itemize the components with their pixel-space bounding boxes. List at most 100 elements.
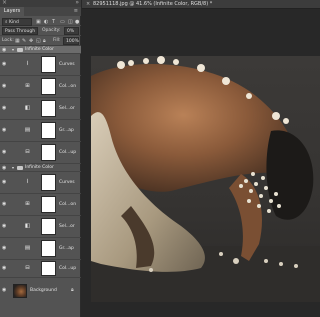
- visibility-eye-icon[interactable]: ◉: [2, 149, 6, 155]
- kind-filter-select[interactable]: ⌕ Kind: [2, 18, 32, 26]
- layer-mask-thumbnail[interactable]: [41, 78, 56, 95]
- layer-color-lookup-2[interactable]: ◉ ⊞ Col...on: [0, 194, 81, 216]
- lock-artboard-icon[interactable]: ◱: [36, 37, 41, 45]
- visibility-eye-icon[interactable]: ◉: [2, 46, 6, 54]
- filter-adjustment-icon[interactable]: ◐: [44, 18, 48, 26]
- visibility-eye-icon[interactable]: ◉: [2, 201, 6, 207]
- layer-mask-thumbnail[interactable]: [41, 56, 56, 73]
- opacity-label: Opacity:: [42, 28, 61, 33]
- layer-color-balance-2[interactable]: ◉ ⊟ Col...up: [0, 260, 81, 278]
- layer-group-infinite-color-1[interactable]: ◉ ▾ Infinite Color: [0, 46, 81, 54]
- layer-name[interactable]: Col...up: [59, 266, 76, 271]
- layer-curves-2[interactable]: ◉ ⌇ Curves: [0, 172, 81, 194]
- lock-icon[interactable]: 🔒︎: [71, 287, 74, 293]
- filter-toggle-icon[interactable]: ●: [75, 18, 79, 26]
- lock-transparent-icon[interactable]: ▦: [15, 37, 20, 45]
- visibility-eye-icon[interactable]: ◉: [2, 105, 6, 111]
- tab-strip: ≡: [24, 7, 81, 16]
- photo-canvas[interactable]: [91, 56, 320, 302]
- fill-value: 100%: [66, 39, 79, 44]
- layer-curves-1[interactable]: ◉ ⌇ Curves: [0, 54, 81, 76]
- layer-name[interactable]: Sel...or: [59, 224, 75, 229]
- color-balance-icon: ⊟: [25, 149, 30, 155]
- lock-pixels-icon[interactable]: ✎: [22, 37, 26, 45]
- layer-selective-color-2[interactable]: ◉ ◧ Sel...or: [0, 216, 81, 238]
- layer-mask-thumbnail[interactable]: [41, 218, 56, 235]
- fill-label: Fill:: [53, 38, 61, 43]
- background-thumbnail[interactable]: [13, 284, 27, 298]
- layer-mask-thumbnail[interactable]: [41, 261, 56, 276]
- layer-name[interactable]: Background: [30, 288, 57, 293]
- photo-illustration: [91, 56, 320, 302]
- layer-mask-thumbnail[interactable]: [41, 174, 56, 191]
- opacity-field[interactable]: 0%: [64, 27, 79, 35]
- filter-shape-icon[interactable]: ▭: [60, 18, 65, 26]
- layer-color-lookup-1[interactable]: ◉ ⊞ Col...on: [0, 76, 81, 98]
- lock-all-icon[interactable]: 🔒︎: [43, 37, 46, 45]
- layer-gradient-map-2[interactable]: ◉ ▤ Gr...ap: [0, 238, 81, 260]
- layer-color-balance-1[interactable]: ◉ ⊟ Col...up: [0, 142, 81, 164]
- layer-name[interactable]: Sel...or: [59, 106, 75, 111]
- gradient-map-icon: ▤: [24, 127, 31, 133]
- visibility-eye-icon[interactable]: ◉: [2, 179, 6, 185]
- filter-smart-object-icon[interactable]: ◫: [68, 18, 73, 26]
- chevron-down-icon[interactable]: ▾: [12, 164, 14, 172]
- lock-label: Lock:: [2, 38, 14, 43]
- close-panel-icon[interactable]: ×: [2, 0, 7, 7]
- chevron-down-icon[interactable]: ▾: [12, 46, 14, 54]
- visibility-eye-icon[interactable]: ◉: [2, 287, 6, 293]
- fill-field[interactable]: 100%: [63, 37, 79, 45]
- opacity-value: 0%: [67, 29, 75, 34]
- visibility-eye-icon[interactable]: ◉: [2, 83, 6, 89]
- selective-color-icon: ◧: [24, 223, 31, 229]
- layer-name[interactable]: Gr...ap: [59, 246, 74, 251]
- layer-background[interactable]: ◉ Background 🔒︎: [0, 282, 81, 300]
- filter-pixel-icon[interactable]: ▣: [36, 18, 41, 26]
- folder-icon: [17, 48, 23, 52]
- visibility-eye-icon[interactable]: ◉: [2, 127, 6, 133]
- layer-gradient-map-1[interactable]: ◉ ▤ Gr...ap: [0, 120, 81, 142]
- curves-icon: ⌇: [26, 179, 29, 185]
- layer-mask-thumbnail[interactable]: [41, 144, 56, 161]
- layer-name[interactable]: Infinite Color: [25, 46, 54, 54]
- visibility-eye-icon[interactable]: ◉: [2, 61, 6, 67]
- panel-menu-icon[interactable]: ≡: [74, 7, 78, 16]
- tab-layers[interactable]: Layers: [0, 7, 24, 16]
- kind-filter-value: Kind: [8, 20, 19, 25]
- collapse-panel-icon[interactable]: »: [75, 0, 79, 7]
- lock-row: Lock: ▦ ✎ ✥ ◱ 🔒︎ Fill: 100%: [0, 36, 81, 46]
- layer-name[interactable]: Gr...ap: [59, 128, 74, 133]
- visibility-eye-icon[interactable]: ◉: [2, 265, 6, 271]
- lock-position-icon[interactable]: ✥: [29, 37, 33, 45]
- visibility-eye-icon[interactable]: ◉: [2, 164, 6, 172]
- layers-panel: × » Layers ≡ ⌕ Kind ▣ ◐ T ▭ ◫ ● Pass Thr…: [0, 0, 81, 317]
- gradient-map-icon: ▤: [24, 245, 31, 251]
- layer-selective-color-1[interactable]: ◉ ◧ Sel...or: [0, 98, 81, 120]
- layer-name[interactable]: Col...on: [59, 84, 76, 89]
- panel-title-bar: × »: [0, 0, 81, 7]
- layer-name[interactable]: Infinite Color: [25, 164, 54, 172]
- document-tab[interactable]: × 82951118.jpg @ 41.6% (Infinite Color, …: [82, 0, 320, 9]
- layer-mask-thumbnail[interactable]: [41, 196, 56, 213]
- layer-name[interactable]: Col...on: [59, 202, 76, 207]
- layer-name[interactable]: Col...up: [59, 150, 76, 155]
- layer-mask-thumbnail[interactable]: [41, 122, 56, 139]
- filter-row: ⌕ Kind ▣ ◐ T ▭ ◫ ●: [0, 17, 81, 26]
- blend-mode-select[interactable]: Pass Through: [2, 27, 38, 35]
- layer-name[interactable]: Curves: [59, 62, 75, 67]
- blend-mode-value: Pass Through: [5, 29, 36, 34]
- visibility-eye-icon[interactable]: ◉: [2, 245, 6, 251]
- layer-mask-thumbnail[interactable]: [41, 240, 56, 257]
- visibility-eye-icon[interactable]: ◉: [2, 223, 6, 229]
- search-icon: ⌕: [5, 20, 8, 25]
- layer-mask-thumbnail[interactable]: [41, 100, 56, 117]
- selective-color-icon: ◧: [24, 105, 31, 111]
- blend-row: Pass Through Opacity: 0%: [0, 26, 81, 36]
- folder-icon: [17, 166, 23, 170]
- layer-name[interactable]: Curves: [59, 180, 75, 185]
- close-document-icon[interactable]: ×: [86, 0, 90, 9]
- curves-icon: ⌇: [26, 61, 29, 67]
- filter-type-icon[interactable]: T: [52, 18, 55, 26]
- color-lookup-icon: ⊞: [25, 83, 30, 89]
- layer-group-infinite-color-2[interactable]: ◉ ▾ Infinite Color: [0, 164, 81, 172]
